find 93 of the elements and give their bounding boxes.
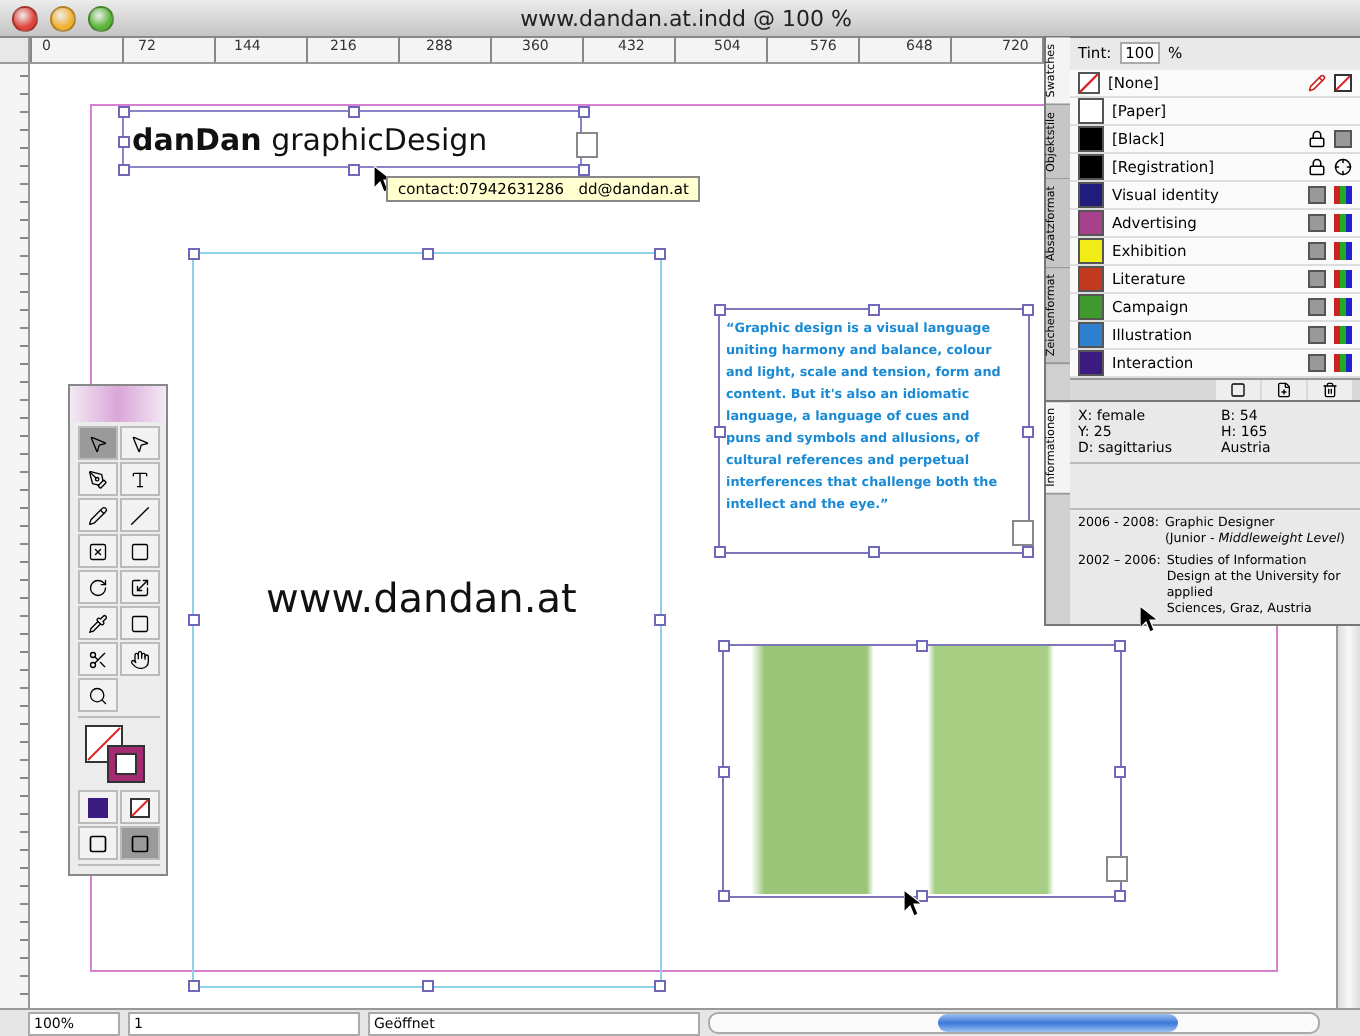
selection-handle[interactable]	[1114, 890, 1126, 902]
tool-button[interactable]	[77, 642, 117, 676]
selection-tool-icon	[87, 433, 107, 453]
zoom-button[interactable]	[88, 5, 114, 31]
process-color-icon	[1334, 129, 1352, 148]
selection-handle[interactable]	[714, 546, 726, 558]
pencil-tool-icon	[87, 505, 107, 525]
rotate-tool-icon	[87, 577, 107, 597]
trash-icon	[1322, 381, 1338, 398]
selection-handle[interactable]	[421, 248, 433, 260]
new-page-icon	[1276, 381, 1292, 398]
minimize-button[interactable]	[50, 5, 76, 31]
tool-button[interactable]	[119, 606, 159, 640]
delete-swatch-button[interactable]	[1308, 379, 1352, 400]
logo-text: danDan graphicDesign	[132, 121, 488, 157]
color-swatch-icon	[87, 797, 107, 817]
overflow-port[interactable]	[576, 132, 598, 158]
paper-swatch-chip	[1078, 97, 1104, 124]
selection-handle[interactable]	[718, 890, 730, 902]
pointer-cursor-icon	[1140, 606, 1158, 632]
scale-tool-icon	[129, 577, 149, 597]
rectangle-tool-icon	[129, 541, 149, 561]
show-swatches-button[interactable]	[1216, 379, 1260, 400]
zoom-tool-icon	[87, 685, 107, 705]
website-text: www.dandan.at	[266, 574, 577, 622]
pointer-cursor-icon	[374, 166, 392, 192]
type-tool-icon	[129, 469, 149, 489]
selection-handle[interactable]	[654, 980, 666, 992]
no-color-swatch-icon	[1078, 71, 1100, 94]
selection-handle[interactable]	[1114, 765, 1126, 777]
direct-selection-tool-icon	[129, 433, 149, 453]
close-button[interactable]	[12, 5, 38, 31]
new-swatch-button[interactable]	[1262, 379, 1306, 400]
apply-color-button[interactable]	[77, 790, 117, 824]
none-color-icon	[129, 797, 149, 817]
selection-handle[interactable]	[916, 640, 928, 652]
overflow-port[interactable]	[1106, 856, 1128, 882]
pointer-cursor-icon	[904, 890, 922, 916]
selection-handle[interactable]	[714, 425, 726, 437]
tool-button[interactable]	[77, 606, 117, 640]
vertical-scrollbar[interactable]	[1336, 626, 1360, 1008]
selection-handle[interactable]	[718, 765, 730, 777]
tool-button[interactable]	[119, 642, 159, 676]
tool-button[interactable]	[77, 498, 117, 532]
selection-handle[interactable]	[718, 640, 730, 652]
frame-tool-icon	[87, 541, 107, 561]
pen-tool-icon	[87, 469, 107, 489]
window-title: www.dandan.at.indd @ 100 %	[518, 5, 854, 31]
tool-button[interactable]	[77, 462, 117, 496]
selection-handle[interactable]	[188, 248, 200, 260]
tool-button[interactable]	[119, 570, 159, 604]
selection-handle[interactable]	[118, 135, 130, 147]
selection-handle[interactable]	[348, 164, 360, 176]
none-color-icon	[1334, 73, 1352, 92]
tool-button[interactable]	[77, 570, 117, 604]
tool-button[interactable]	[119, 426, 159, 460]
selection-handle[interactable]	[654, 248, 666, 260]
hand-tool-icon	[129, 649, 149, 669]
selection-handle[interactable]	[188, 614, 200, 626]
selection-handle[interactable]	[1022, 425, 1034, 437]
normal-view-icon	[87, 833, 107, 853]
selection-handle[interactable]	[868, 546, 880, 558]
eyedropper-tool-icon	[87, 613, 107, 633]
selection-handle[interactable]	[188, 980, 200, 992]
apply-none-button[interactable]	[119, 790, 159, 824]
tools-header-artwork	[70, 386, 166, 422]
line-tool-icon	[129, 505, 149, 525]
selection-handle[interactable]	[118, 106, 130, 118]
selection-handle[interactable]	[1114, 640, 1126, 652]
selection-handle[interactable]	[421, 980, 433, 992]
square-icon	[1230, 381, 1246, 398]
selection-handle[interactable]	[714, 304, 726, 316]
tool-button[interactable]	[77, 534, 117, 568]
overflow-port[interactable]	[1012, 520, 1034, 546]
tool-button[interactable]	[77, 678, 117, 712]
registration-icon	[1334, 157, 1352, 176]
selection-handle[interactable]	[348, 106, 360, 118]
selection-handle[interactable]	[578, 106, 590, 118]
selection-handle[interactable]	[1022, 304, 1034, 316]
horizontal-scrollbar[interactable]	[708, 1012, 1320, 1034]
selection-handle[interactable]	[578, 164, 590, 176]
tool-button[interactable]	[119, 534, 159, 568]
selection-handle[interactable]	[868, 304, 880, 316]
scroll-thumb[interactable]	[938, 1014, 1178, 1032]
tool-button[interactable]	[77, 426, 117, 460]
selection-handle[interactable]	[118, 164, 130, 176]
scissors-tool-icon	[87, 649, 107, 669]
normal-view-button[interactable]	[77, 826, 117, 860]
preview-icon	[129, 833, 149, 853]
tool-button[interactable]	[119, 462, 159, 496]
preview-button[interactable]	[119, 826, 159, 860]
selection-handle[interactable]	[654, 614, 666, 626]
selection-handle[interactable]	[1022, 546, 1034, 558]
